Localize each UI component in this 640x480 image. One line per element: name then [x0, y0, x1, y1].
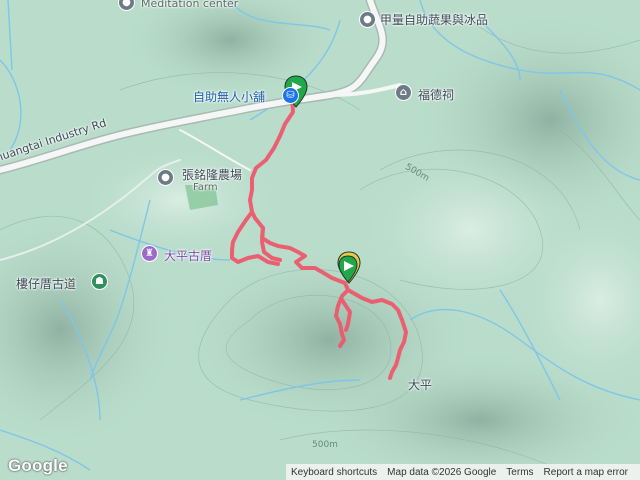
- map-canvas[interactable]: [0, 0, 640, 480]
- temple-icon[interactable]: ⌂: [395, 84, 412, 101]
- hiking-icon[interactable]: ☗: [91, 273, 108, 290]
- place-icon[interactable]: ●: [157, 169, 174, 186]
- map-data-text: Map data ©2026 Google: [387, 466, 497, 478]
- label-self-store[interactable]: 自助無人小舖: [193, 88, 265, 105]
- keyboard-shortcuts-link[interactable]: Keyboard shortcuts: [286, 467, 382, 478]
- shopping-icon[interactable]: ⛁: [282, 87, 299, 104]
- label-farm-name[interactable]: 張銘隆農場: [182, 166, 242, 183]
- label-meditation: Meditation center: [141, 0, 239, 10]
- terms-link[interactable]: Terms: [501, 467, 538, 478]
- label-ancient-temple[interactable]: 大平古厝: [164, 247, 212, 264]
- label-shop-top[interactable]: 甲量自助蔬果與冰品: [380, 11, 488, 28]
- label-farm-en: Farm: [193, 182, 218, 193]
- google-logo: Google: [8, 456, 68, 475]
- place-icon[interactable]: ●: [359, 11, 376, 28]
- label-trail[interactable]: 樓仔厝古道: [16, 275, 76, 292]
- historic-icon[interactable]: ♜: [141, 245, 158, 262]
- label-dapin: 大平: [408, 378, 433, 392]
- map-footer: Keyboard shortcuts Map data ©2026 Google…: [286, 464, 640, 480]
- contour-label: 500m: [312, 440, 338, 450]
- label-temple[interactable]: 福德祠: [418, 86, 454, 103]
- report-error-link[interactable]: Report a map error: [539, 467, 633, 478]
